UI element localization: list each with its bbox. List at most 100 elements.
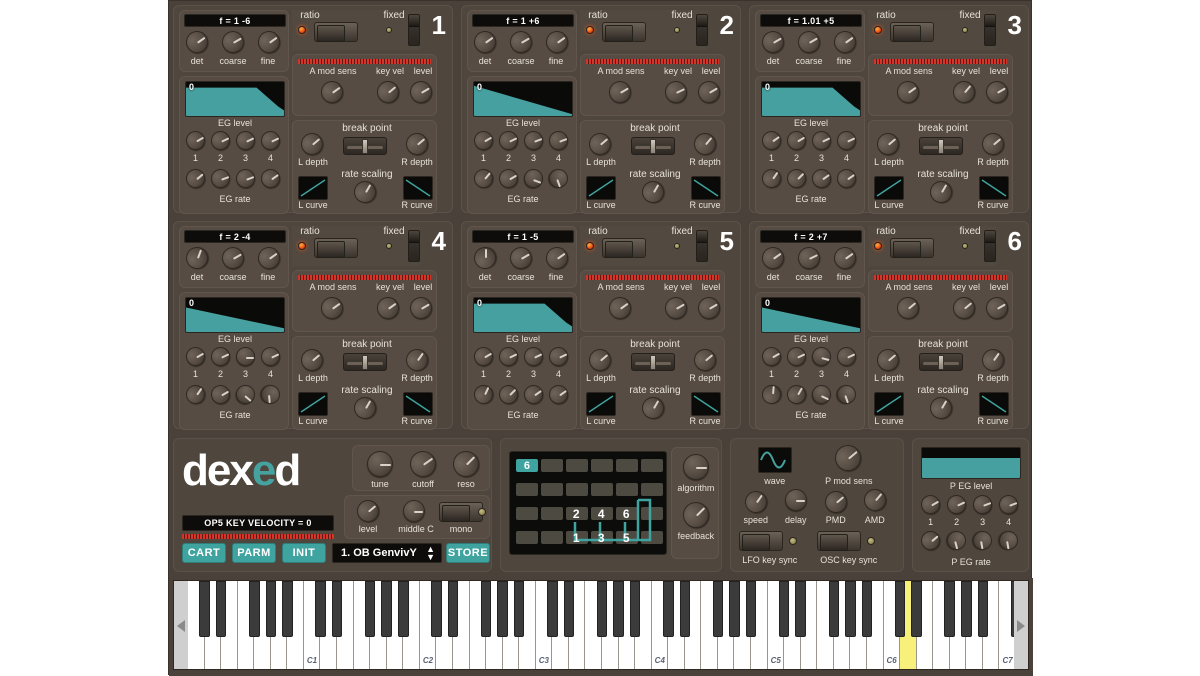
operator-output-slider[interactable]	[984, 230, 996, 262]
algorithm-cell-2-0[interactable]	[515, 507, 538, 520]
l-depth-knob[interactable]	[584, 344, 616, 376]
algorithm-cell-1-3[interactable]	[590, 483, 613, 496]
eg-level-knob-2[interactable]	[207, 343, 234, 370]
eg-level-knob-3[interactable]	[232, 127, 259, 154]
coarse-knob[interactable]	[794, 243, 824, 273]
algorithm-cell-0-0[interactable]: 6	[515, 459, 538, 472]
p-eg-level-knob-3[interactable]	[970, 492, 995, 517]
black-key-39[interactable]	[845, 581, 856, 637]
black-key-26[interactable]	[629, 581, 641, 637]
black-key-12[interactable]	[397, 581, 409, 637]
black-key-4[interactable]	[265, 581, 277, 637]
eg-level-knob-2[interactable]	[495, 127, 522, 154]
fine-knob[interactable]	[829, 26, 861, 58]
operator-output-slider[interactable]	[408, 14, 420, 46]
black-key-0[interactable]	[199, 581, 210, 637]
black-key-47[interactable]	[977, 581, 989, 637]
black-key-43[interactable]	[911, 581, 922, 637]
pmd-knob[interactable]	[820, 486, 852, 518]
eg-rate-knob-4[interactable]	[257, 165, 284, 192]
l-curve-display[interactable]	[874, 392, 904, 416]
init-button[interactable]: INIT	[282, 543, 326, 563]
fine-knob[interactable]	[541, 26, 573, 58]
p-eg-level-knob-2[interactable]	[943, 491, 970, 518]
algorithm-cell-3-1[interactable]	[540, 531, 563, 544]
fine-knob[interactable]	[253, 242, 285, 274]
eg-rate-knob-2[interactable]	[495, 381, 522, 408]
algorithm-cell-0-3[interactable]	[590, 459, 613, 472]
p-eg-rate-knob-4[interactable]	[997, 529, 1020, 552]
ratio-fixed-switch[interactable]	[602, 22, 646, 42]
keyboard-scroll-left[interactable]	[174, 581, 188, 669]
lfo-key-sync-switch[interactable]	[738, 531, 783, 551]
coarse-knob[interactable]	[217, 26, 249, 58]
rate-scaling-knob[interactable]	[925, 392, 957, 424]
eg-level-knob-1[interactable]	[182, 127, 209, 154]
l-depth-knob[interactable]	[296, 128, 328, 160]
cutoff-knob[interactable]	[404, 445, 442, 483]
eg-level-knob-4[interactable]	[257, 343, 284, 370]
algorithm-cell-1-1[interactable]	[540, 483, 563, 496]
key-vel-knob[interactable]	[372, 292, 404, 324]
eg-level-knob-3[interactable]	[521, 128, 546, 153]
r-curve-display[interactable]	[403, 176, 433, 200]
lfo-speed-knob[interactable]	[740, 486, 772, 518]
r-depth-knob[interactable]	[401, 344, 433, 376]
eg-level-knob-2[interactable]	[783, 343, 810, 370]
algorithm-cell-1-2[interactable]	[565, 483, 588, 496]
operator-level-knob[interactable]	[981, 76, 1013, 108]
eg-level-knob-3[interactable]	[236, 347, 255, 366]
eg-rate-knob-4[interactable]	[260, 384, 281, 405]
eg-rate-knob-4[interactable]	[834, 382, 859, 407]
a-mod-sens-knob[interactable]	[604, 292, 636, 324]
break-point-slider[interactable]	[919, 353, 963, 371]
cart-button[interactable]: CART	[182, 543, 226, 563]
p-eg-level-knob-4[interactable]	[996, 492, 1021, 517]
black-key-38[interactable]	[828, 581, 840, 637]
operator-level-knob[interactable]	[981, 292, 1013, 324]
black-key-45[interactable]	[944, 581, 956, 637]
r-depth-knob[interactable]	[689, 128, 721, 160]
black-key-15[interactable]	[447, 581, 459, 637]
rate-scaling-knob[interactable]	[637, 392, 669, 424]
eg-level-knob-1[interactable]	[470, 343, 497, 370]
a-mod-sens-knob[interactable]	[316, 292, 348, 324]
eg-rate-knob-4[interactable]	[545, 381, 572, 408]
r-curve-display[interactable]	[979, 176, 1009, 200]
l-curve-display[interactable]	[586, 176, 616, 200]
black-key-31[interactable]	[712, 581, 724, 637]
operator-output-slider[interactable]	[984, 14, 996, 46]
break-point-slider[interactable]	[631, 137, 675, 155]
eg-level-knob-1[interactable]	[758, 127, 785, 154]
ratio-fixed-switch[interactable]	[602, 238, 646, 258]
output-level-knob[interactable]	[352, 495, 384, 527]
algorithm-cell-1-0[interactable]	[515, 483, 538, 496]
eg-rate-knob-1[interactable]	[470, 381, 497, 408]
store-button[interactable]: STORE	[446, 543, 490, 563]
eg-rate-knob-4[interactable]	[546, 166, 571, 191]
eg-level-knob-3[interactable]	[808, 127, 835, 154]
operator-level-knob[interactable]	[693, 76, 725, 108]
eg-level-knob-3[interactable]	[520, 343, 547, 370]
fine-knob[interactable]	[541, 242, 573, 274]
algorithm-cell-2-5[interactable]	[640, 507, 663, 520]
black-key-5[interactable]	[282, 581, 293, 637]
lfo-wave-display[interactable]	[757, 447, 792, 473]
eg-rate-knob-2[interactable]	[783, 381, 810, 408]
algorithm-display[interactable]: 6 2 4 6 1 3 5	[508, 451, 667, 555]
eg-rate-knob-1[interactable]	[470, 165, 497, 192]
black-key-1[interactable]	[215, 581, 227, 637]
a-mod-sens-knob[interactable]	[316, 76, 348, 108]
p-eg-rate-knob-3[interactable]	[971, 529, 994, 552]
key-vel-knob[interactable]	[948, 292, 980, 324]
eg-rate-knob-3[interactable]	[232, 381, 259, 408]
algorithm-cell-2-1[interactable]	[540, 507, 563, 520]
l-depth-knob[interactable]	[872, 128, 904, 160]
r-curve-display[interactable]	[691, 176, 721, 200]
operator-level-knob[interactable]	[405, 292, 437, 324]
l-curve-display[interactable]	[298, 392, 328, 416]
operator-output-slider[interactable]	[408, 230, 420, 262]
r-depth-knob[interactable]	[977, 128, 1009, 160]
black-key-17[interactable]	[480, 581, 492, 637]
r-curve-display[interactable]	[403, 392, 433, 416]
